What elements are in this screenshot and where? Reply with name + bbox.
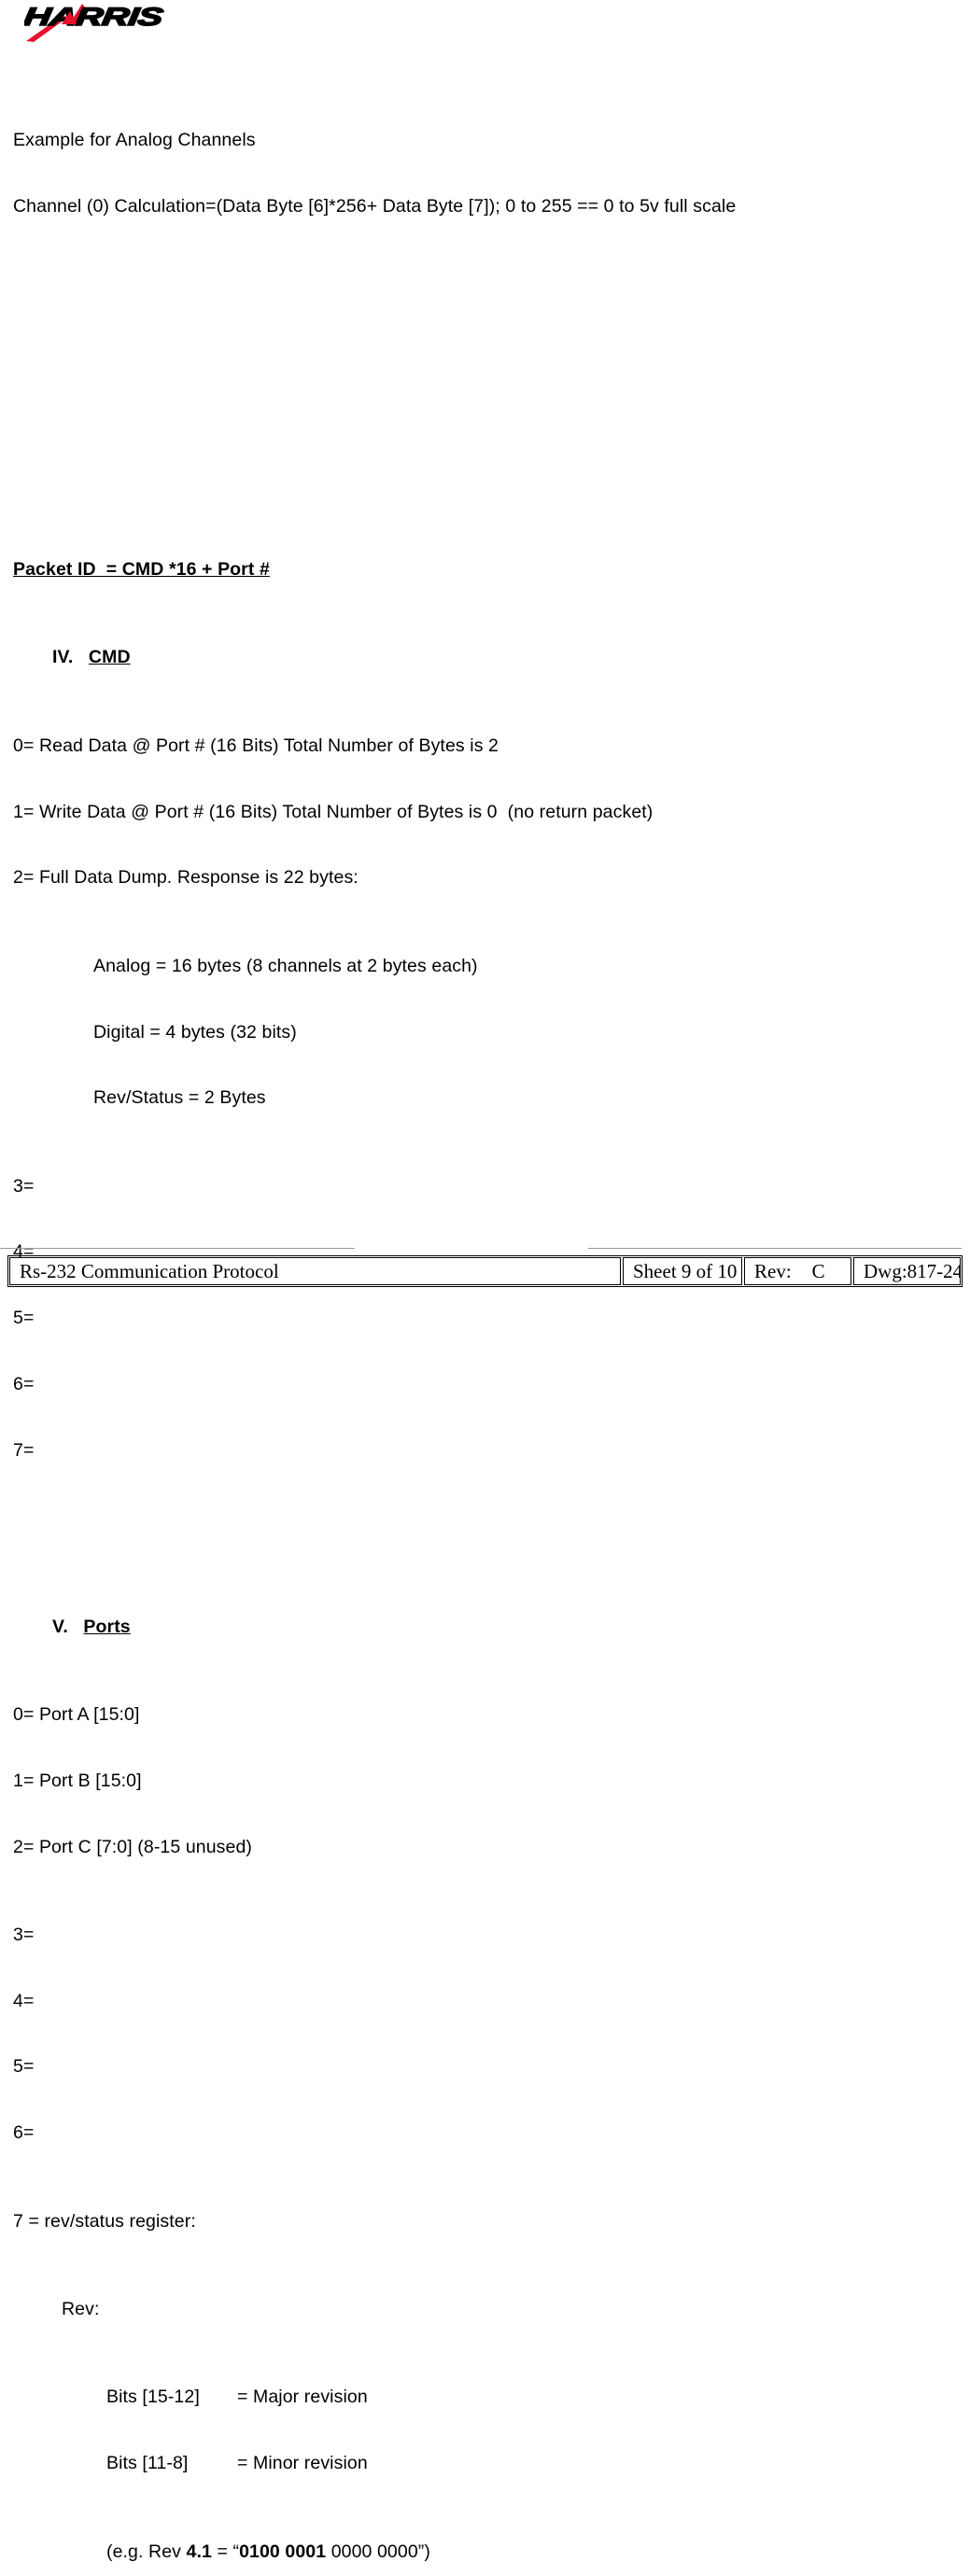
footer-rev-label: Rev:: [754, 1259, 792, 1282]
ports-empty-item: 4=: [13, 1990, 35, 2011]
cmd-numeral: IV.: [52, 647, 74, 668]
footer-guide-line-left: [0, 1248, 355, 1249]
footer-cell-dwg: Dwg: 817-2435-971: [853, 1257, 961, 1285]
rev-example-prefix: (e.g. Rev: [106, 2541, 187, 2562]
ports-title: Ports: [83, 1616, 131, 1637]
rev-status-register-line: 7 = rev/status register:: [13, 2210, 196, 2232]
cmd-empty-item: 6=: [13, 1374, 35, 1395]
cmd-item: 2= Full Data Dump. Response is 22 bytes:: [13, 867, 358, 889]
footer-cell-rev: Rev: C: [744, 1257, 851, 1285]
cmd-sub-item: Digital = 4 bytes (32 bits): [93, 1021, 297, 1043]
cmd-sub-item: Analog = 16 bytes (8 channels at 2 bytes…: [93, 955, 478, 976]
intro-line-2: Channel (0) Calculation=(Data Byte [6]*2…: [13, 195, 737, 217]
packet-id-heading: Packet ID = CMD *16 + Port #: [13, 559, 270, 581]
document-page: HARRIS Example for Analog Channels Chann…: [0, 0, 970, 2562]
harris-logo: HARRIS: [24, 2, 183, 43]
rev-bits-row: Bits [15-12] = Major revision: [13, 2387, 956, 2409]
rev-bits-row: Bits [11-8] = Minor revision: [13, 2453, 956, 2475]
cmd-empty-item: 5=: [13, 1308, 35, 1329]
rev-bits-range: Bits [15-12]: [106, 2387, 200, 2408]
harris-logo-icon: HARRIS: [24, 2, 165, 42]
cmd-empty-item: 7=: [13, 1439, 35, 1461]
rev-example-bits: 0100 0001: [239, 2541, 327, 2562]
rev-example-row: (e.g. Rev 4.1 = “0100 0001 0000 0000”): [13, 2541, 956, 2564]
footer-cell-title: Rs-232 Communication Protocol: [9, 1257, 621, 1285]
ports-empty-item: 6=: [13, 2122, 35, 2144]
rev-example-suffix: 0000 0000”): [326, 2541, 430, 2562]
footer-table: Rs-232 Communication Protocol Sheet 9 of…: [7, 1255, 963, 1287]
svg-text:HARRIS: HARRIS: [24, 2, 165, 31]
footer-dwg-label: Dwg:: [864, 1259, 907, 1282]
cmd-spacer: [73, 647, 89, 667]
ports-empty-item: 3=: [13, 1924, 35, 1945]
ports-numeral: V.: [52, 1616, 68, 1637]
footer-document-title: Rs-232 Communication Protocol: [20, 1259, 279, 1282]
rev-example-version: 4.1: [186, 2541, 212, 2562]
intro-line-1: Example for Analog Channels: [13, 129, 256, 150]
ports-item: 2= Port C [7:0] (8-15 unused): [13, 1836, 252, 1857]
ports-item: 0= Port A [15:0]: [13, 1703, 140, 1725]
footer-guide-line-right: [588, 1248, 962, 1249]
rev-bits-range: Bits [11-8]: [106, 2453, 189, 2474]
cmd-title: CMD: [88, 647, 131, 668]
footer-table-row: Rs-232 Communication Protocol Sheet 9 of…: [9, 1257, 961, 1285]
rev-example-mid: = “: [211, 2541, 240, 2562]
cmd-sub-item: Rev/Status = 2 Bytes: [93, 1087, 266, 1109]
footer-cell-sheet: Sheet 9 of 10: [623, 1257, 742, 1285]
cmd-section-heading: IV. CMD: [13, 647, 956, 669]
cmd-item: 0= Read Data @ Port # (16 Bits) Total Nu…: [13, 735, 499, 756]
ports-spacer: [68, 1617, 84, 1637]
ports-empty-item: 5=: [13, 2056, 35, 2078]
rev-bits-desc: = Minor revision: [237, 2453, 368, 2474]
rev-bits-desc: = Major revision: [237, 2387, 368, 2408]
footer-rev-value: C: [811, 1259, 825, 1282]
cmd-item: 1= Write Data @ Port # (16 Bits) Total N…: [13, 801, 654, 822]
ports-item: 1= Port B [15:0]: [13, 1770, 142, 1791]
cmd-empty-item: 3=: [13, 1175, 35, 1197]
ports-section-heading: V. Ports: [13, 1617, 956, 1639]
footer-dwg-value: 817-2435-971: [907, 1259, 961, 1282]
document-body: Example for Analog Channels Channel (0) …: [13, 63, 956, 2576]
footer-sheet-number: Sheet 9 of 10: [633, 1259, 738, 1282]
rev-label: Rev:: [62, 2298, 100, 2319]
